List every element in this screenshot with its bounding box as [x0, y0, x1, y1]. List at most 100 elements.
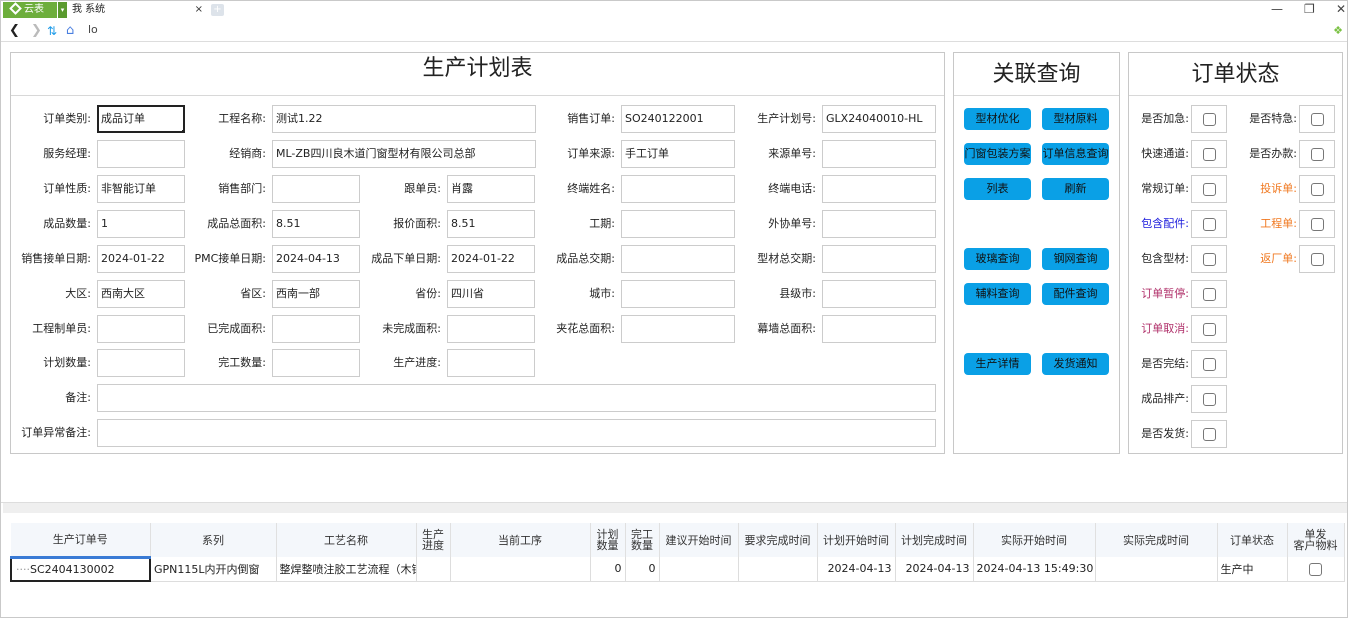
- column-header[interactable]: 实际完成时间: [1095, 523, 1218, 557]
- status-checkbox[interactable]: [1203, 323, 1216, 336]
- cell-plan-start[interactable]: 2024-04-13: [817, 557, 896, 582]
- field-input[interactable]: [822, 245, 936, 273]
- close-window-button[interactable]: ✕: [1336, 2, 1346, 16]
- home-icon[interactable]: ⌂: [66, 23, 74, 39]
- column-header[interactable]: 实际开始时间: [973, 523, 1096, 557]
- related-query-button[interactable]: 刷新: [1042, 178, 1109, 200]
- field-input[interactable]: 2024-01-22: [97, 245, 185, 273]
- cell-status[interactable]: 生产中: [1217, 557, 1288, 582]
- status-checkbox[interactable]: [1311, 113, 1324, 126]
- column-header[interactable]: 完工 数量: [625, 523, 660, 557]
- column-header[interactable]: 工艺名称: [276, 523, 417, 557]
- field-input[interactable]: [822, 140, 936, 168]
- related-query-button[interactable]: 型材原料: [1042, 108, 1109, 130]
- field-input[interactable]: [621, 280, 735, 308]
- status-checkbox[interactable]: [1203, 218, 1216, 231]
- related-query-button[interactable]: 发货通知: [1042, 353, 1109, 375]
- column-header[interactable]: 要求完成时间: [738, 523, 818, 557]
- related-query-button[interactable]: 玻璃查询: [964, 248, 1031, 270]
- field-input[interactable]: 8.51: [447, 210, 535, 238]
- field-input[interactable]: [447, 349, 535, 377]
- cell-order-no[interactable]: ····SC2404130002: [10, 556, 151, 582]
- field-input[interactable]: [97, 315, 185, 343]
- related-query-button[interactable]: 型材优化: [964, 108, 1031, 130]
- cell-series[interactable]: GPN115L内开内倒窗: [150, 557, 277, 582]
- status-checkbox[interactable]: [1311, 183, 1324, 196]
- field-input[interactable]: 8.51: [272, 210, 360, 238]
- cell-suggest-start[interactable]: [659, 557, 739, 582]
- tab-system[interactable]: 我 系统 ×: [69, 2, 207, 18]
- cell-process-name[interactable]: 整焊整喷注胶工艺流程（木铝: [276, 557, 417, 582]
- status-checkbox[interactable]: [1311, 218, 1324, 231]
- field-input[interactable]: [621, 315, 735, 343]
- field-input[interactable]: [97, 419, 936, 447]
- cell-actual-finish[interactable]: [1095, 557, 1218, 582]
- close-tab-icon[interactable]: ×: [195, 2, 203, 18]
- column-header[interactable]: 当前工序: [450, 523, 591, 557]
- app-menu-button[interactable]: 云表: [3, 2, 57, 18]
- status-checkbox[interactable]: [1203, 393, 1216, 406]
- splitter-bar[interactable]: [3, 503, 1347, 513]
- field-input[interactable]: [822, 210, 936, 238]
- column-header[interactable]: 建议开始时间: [659, 523, 739, 557]
- cell-customer-material[interactable]: [1287, 557, 1345, 582]
- address-text[interactable]: lo: [88, 23, 98, 36]
- field-input[interactable]: 2024-04-13: [272, 245, 360, 273]
- related-query-button[interactable]: 配件查询: [1042, 283, 1109, 305]
- column-header[interactable]: 生产 进度: [416, 523, 451, 557]
- app-dropdown-button[interactable]: ▾: [58, 2, 67, 18]
- cell-plan-finish[interactable]: 2024-04-13: [895, 557, 974, 582]
- cell-plan-qty[interactable]: 0: [590, 557, 626, 582]
- field-input[interactable]: [447, 315, 535, 343]
- back-icon[interactable]: ❮: [9, 23, 20, 39]
- field-input[interactable]: [272, 349, 360, 377]
- field-input[interactable]: 手工订单: [621, 140, 735, 168]
- status-checkbox[interactable]: [1203, 288, 1216, 301]
- related-query-button[interactable]: 列表: [964, 178, 1031, 200]
- column-header[interactable]: 系列: [150, 523, 277, 557]
- field-input[interactable]: 西南大区: [97, 280, 185, 308]
- column-header[interactable]: 计划 数量: [590, 523, 626, 557]
- related-query-button[interactable]: 订单信息查询: [1042, 143, 1109, 165]
- status-checkbox[interactable]: [1203, 253, 1216, 266]
- field-input[interactable]: ML-ZB四川良木道门窗型材有限公司总部: [272, 140, 536, 168]
- field-input[interactable]: [272, 315, 360, 343]
- related-query-button[interactable]: 钢网查询: [1042, 248, 1109, 270]
- extension-icon[interactable]: ❖: [1333, 24, 1343, 37]
- column-header[interactable]: 计划开始时间: [817, 523, 896, 557]
- column-header[interactable]: 生产订单号: [11, 523, 151, 559]
- field-input[interactable]: [621, 175, 735, 203]
- field-input[interactable]: [822, 315, 936, 343]
- customer-material-checkbox[interactable]: [1309, 562, 1322, 576]
- field-input[interactable]: [272, 175, 360, 203]
- status-checkbox[interactable]: [1203, 428, 1216, 441]
- minimize-button[interactable]: —: [1271, 2, 1283, 16]
- cell-required-finish[interactable]: [738, 557, 818, 582]
- table-row[interactable]: ····SC2404130002 GPN115L内开内倒窗 整焊整喷注胶工艺流程（木…: [10, 556, 1345, 582]
- field-input[interactable]: [97, 140, 185, 168]
- field-input[interactable]: [822, 175, 936, 203]
- field-input[interactable]: 非智能订单: [97, 175, 185, 203]
- column-header[interactable]: 单发 客户物料: [1287, 523, 1345, 557]
- field-input[interactable]: 2024-01-22: [447, 245, 535, 273]
- status-checkbox[interactable]: [1311, 148, 1324, 161]
- related-query-button[interactable]: 门窗包装方案: [964, 143, 1031, 165]
- column-header[interactable]: 订单状态: [1217, 523, 1288, 557]
- field-input[interactable]: [621, 210, 735, 238]
- field-input[interactable]: 四川省: [447, 280, 535, 308]
- field-input[interactable]: 测试1.22: [272, 105, 536, 133]
- status-checkbox[interactable]: [1203, 358, 1216, 371]
- field-input[interactable]: 1: [97, 210, 185, 238]
- column-header[interactable]: 计划完成时间: [895, 523, 974, 557]
- forward-icon[interactable]: ❯: [31, 23, 42, 39]
- field-input[interactable]: [97, 349, 185, 377]
- status-checkbox[interactable]: [1311, 253, 1324, 266]
- related-query-button[interactable]: 辅料查询: [964, 283, 1031, 305]
- refresh-icon[interactable]: ⇅: [47, 23, 57, 39]
- related-query-button[interactable]: 生产详情: [964, 353, 1031, 375]
- status-checkbox[interactable]: [1203, 183, 1216, 196]
- field-input[interactable]: [621, 245, 735, 273]
- field-input[interactable]: 肖露: [447, 175, 535, 203]
- cell-current-step[interactable]: [450, 557, 591, 582]
- new-tab-button[interactable]: +: [211, 4, 224, 16]
